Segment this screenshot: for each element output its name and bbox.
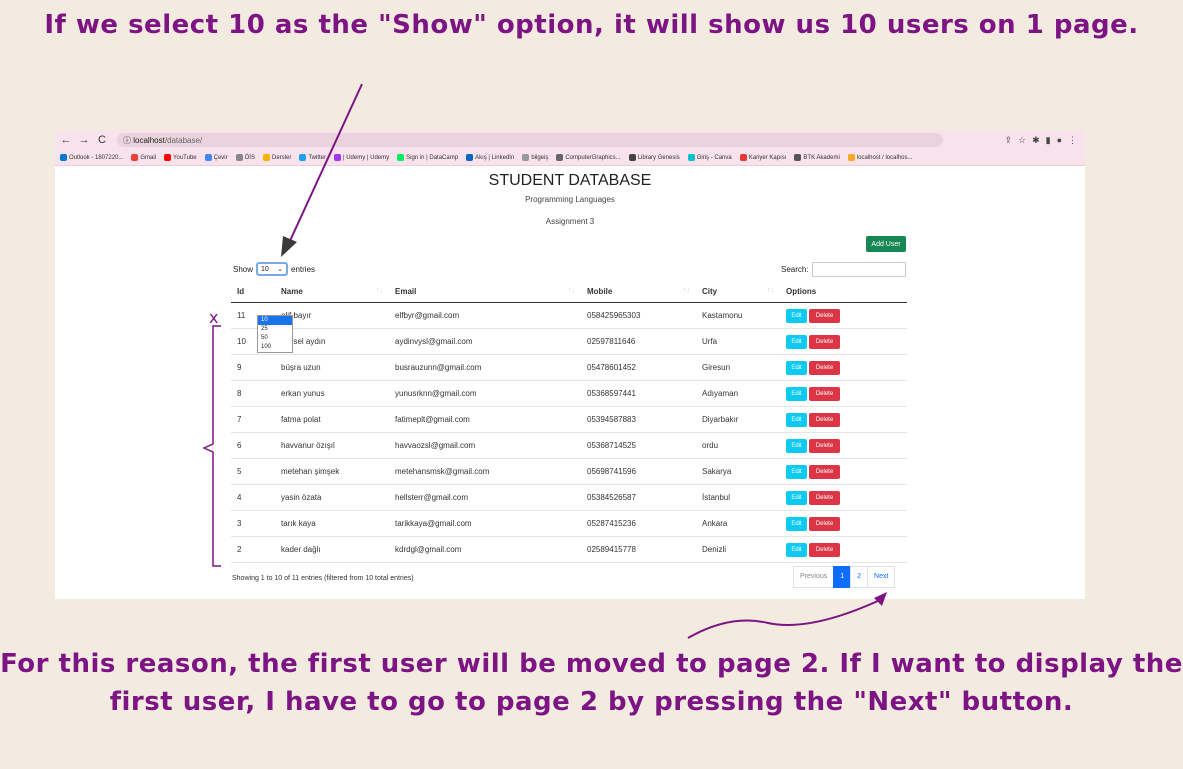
bottom-caption: For this reason, the first user will be …	[0, 649, 1183, 717]
arrowhead-icon	[281, 236, 297, 257]
show-option[interactable]: 50	[258, 334, 292, 343]
show-option[interactable]: 100	[258, 343, 292, 352]
arrow-to-select	[288, 83, 363, 244]
bracket-icon	[202, 325, 221, 567]
show-entries-dropdown: 10 25 50 100	[257, 315, 293, 353]
show-option[interactable]: 25	[258, 325, 292, 334]
show-option[interactable]: 10	[258, 316, 292, 325]
arrowhead-icon	[874, 592, 887, 606]
arrow-to-next	[687, 599, 881, 639]
